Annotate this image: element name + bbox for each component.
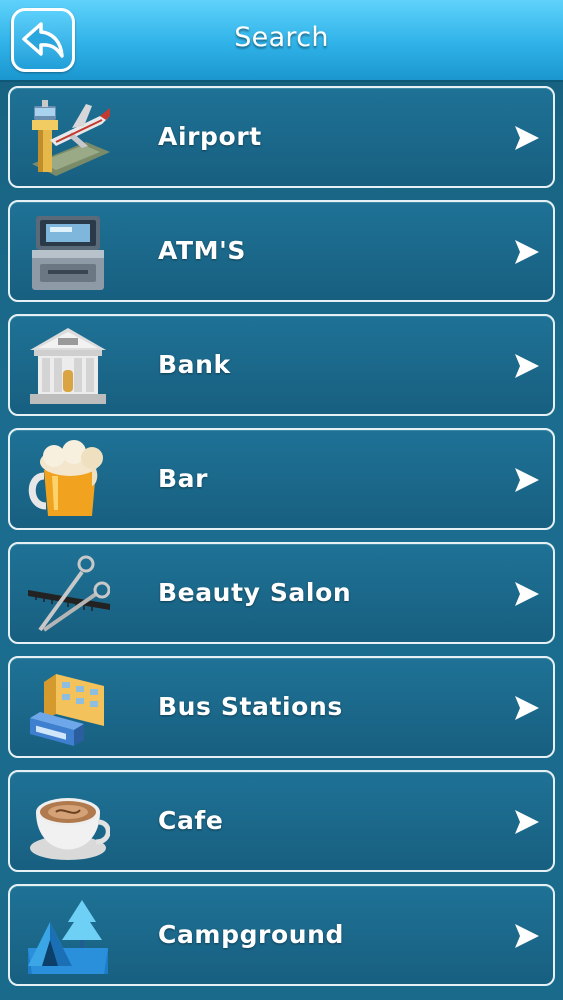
- list-item-label: Bus Stations: [158, 692, 343, 721]
- list-item-label: Cafe: [158, 806, 224, 835]
- list-item-airport[interactable]: Airport: [8, 86, 555, 188]
- chevron-right-icon: [515, 126, 539, 150]
- list-item-label: Bar: [158, 464, 209, 493]
- list-item-label: Bank: [158, 350, 231, 379]
- airport-icon: [26, 98, 110, 178]
- page-title: Search: [234, 22, 329, 53]
- list-item-label: Beauty Salon: [158, 578, 352, 607]
- list-item-label: ATM'S: [158, 236, 246, 265]
- category-list: Airport ATM'S Bank Bar Beauty Salon Bus …: [8, 86, 555, 998]
- list-item-bus-stations[interactable]: Bus Stations: [8, 656, 555, 758]
- chevron-right-icon: [515, 354, 539, 378]
- bank-icon: [26, 326, 110, 406]
- list-item-bar[interactable]: Bar: [8, 428, 555, 530]
- coffee-cup-icon: [26, 782, 110, 862]
- beer-mug-icon: [26, 440, 110, 520]
- list-item-cafe[interactable]: Cafe: [8, 770, 555, 872]
- list-item-label: Campground: [158, 920, 345, 949]
- list-item-campground[interactable]: Campground: [8, 884, 555, 986]
- list-item-beauty-salon[interactable]: Beauty Salon: [8, 542, 555, 644]
- chevron-right-icon: [515, 468, 539, 492]
- campground-tent-icon: [26, 896, 110, 976]
- list-item-label: Airport: [158, 122, 262, 151]
- header-bar: Search: [0, 0, 563, 82]
- chevron-right-icon: [515, 582, 539, 606]
- list-item-atms[interactable]: ATM'S: [8, 200, 555, 302]
- bus-station-icon: [26, 668, 110, 748]
- list-item-bank[interactable]: Bank: [8, 314, 555, 416]
- scissors-comb-icon: [26, 554, 110, 634]
- chevron-right-icon: [515, 924, 539, 948]
- atm-icon: [26, 212, 110, 292]
- chevron-right-icon: [515, 696, 539, 720]
- chevron-right-icon: [515, 810, 539, 834]
- chevron-right-icon: [515, 240, 539, 264]
